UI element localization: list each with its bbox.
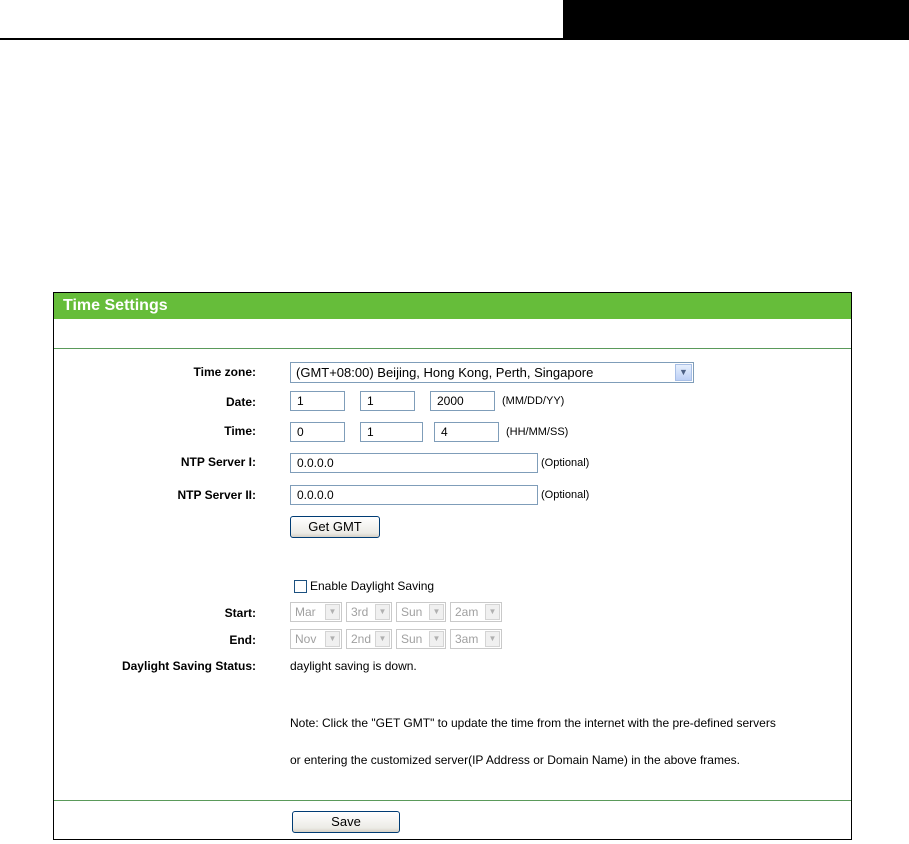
end-week-select[interactable]: 2nd ▼ [346,629,392,649]
save-button[interactable]: Save [292,811,400,833]
time-minute-input[interactable]: 1 [360,422,423,442]
enable-daylight-saving-checkbox[interactable] [294,580,307,593]
ntp-server-1-label: NTP Server I: [180,455,256,469]
time-settings-panel: Time Settings Time zone: (GMT+08:00) Bei… [53,292,852,840]
chevron-down-icon: ▼ [375,604,390,620]
chevron-down-icon: ▼ [325,631,340,647]
chevron-down-icon[interactable]: ▼ [675,364,692,381]
date-month-input[interactable]: 1 [290,391,345,411]
time-format-hint: (HH/MM/SS) [506,426,569,438]
time-label: Time: [224,424,256,438]
chevron-down-icon: ▼ [429,604,444,620]
end-day-value: Sun [401,632,423,646]
ntp-server-2-hint: (Optional) [541,489,590,501]
document-header-rule [0,38,909,40]
date-format-hint: (MM/DD/YY) [502,395,565,407]
time-zone-label: Time zone: [193,365,256,379]
chevron-down-icon: ▼ [429,631,444,647]
chevron-down-icon: ▼ [485,604,500,620]
note-line-1: Note: Click the "GET GMT" to update the … [290,716,776,730]
get-gmt-button[interactable]: Get GMT [290,516,380,538]
bottom-divider [54,800,851,801]
end-hour-value: 3am [455,632,479,646]
end-month-value: Nov [295,632,317,646]
daylight-status-label: Daylight Saving Status: [121,659,256,673]
time-hour-input[interactable]: 0 [290,422,345,442]
end-week-value: 2nd [351,632,372,646]
start-day-value: Sun [401,605,423,619]
start-hour-select[interactable]: 2am ▼ [450,602,502,622]
start-week-value: 3rd [351,605,369,619]
start-day-select[interactable]: Sun ▼ [396,602,446,622]
start-month-select[interactable]: Mar ▼ [290,602,342,622]
daylight-status-value: daylight saving is down. [290,659,417,673]
start-hour-value: 2am [455,605,479,619]
chevron-down-icon: ▼ [325,604,340,620]
enable-daylight-saving-label: Enable Daylight Saving [310,579,435,593]
end-label: End: [229,633,256,647]
start-label: Start: [224,606,256,620]
chevron-down-icon: ▼ [485,631,500,647]
time-zone-select[interactable]: (GMT+08:00) Beijing, Hong Kong, Perth, S… [290,362,694,383]
end-day-select[interactable]: Sun ▼ [396,629,446,649]
start-month-value: Mar [295,605,316,619]
note-line-2: or entering the customized server(IP Add… [290,753,740,767]
date-day-input[interactable]: 1 [360,391,415,411]
chevron-down-icon: ▼ [375,631,390,647]
ntp-server-2-label: NTP Server II: [177,488,256,502]
ntp-server-1-input[interactable]: 0.0.0.0 [290,453,538,473]
panel-title: Time Settings [54,293,851,319]
document-header-block [563,0,909,38]
date-label: Date: [225,395,256,409]
end-hour-select[interactable]: 3am ▼ [450,629,502,649]
date-year-input[interactable]: 2000 [430,391,495,411]
time-second-input[interactable]: 4 [434,422,499,442]
time-zone-value: (GMT+08:00) Beijing, Hong Kong, Perth, S… [296,365,594,380]
ntp-server-1-hint: (Optional) [541,457,590,469]
top-divider [54,348,851,349]
start-week-select[interactable]: 3rd ▼ [346,602,392,622]
ntp-server-2-input[interactable]: 0.0.0.0 [290,485,538,505]
end-month-select[interactable]: Nov ▼ [290,629,342,649]
